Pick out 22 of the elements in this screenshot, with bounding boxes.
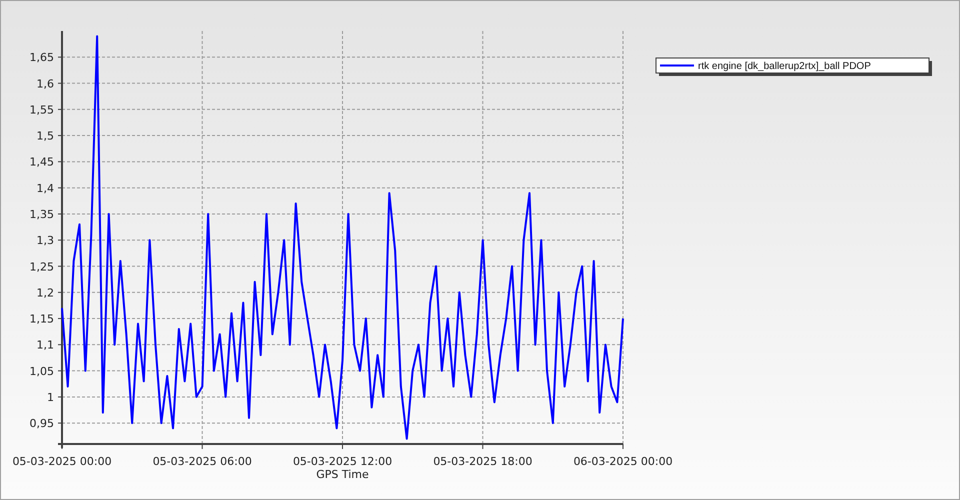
y-tick-label: 0,95 xyxy=(30,417,54,430)
x-tick-label: 05-03-2025 12:00 xyxy=(292,455,392,468)
y-tick-label: 1,35 xyxy=(30,208,54,221)
y-tick-label: 1,5 xyxy=(36,130,54,143)
x-tick-label: 05-03-2025 06:00 xyxy=(152,455,252,468)
y-tick-label: 1,45 xyxy=(30,156,54,169)
y-tick-label: 1,4 xyxy=(36,182,54,195)
legend-label: rtk engine [dk_ballerup2rtx]_ball PDOP xyxy=(698,61,871,72)
y-tick-label: 1,05 xyxy=(30,364,54,378)
y-tick-label: 1 xyxy=(47,390,54,404)
y-tick-label: 1,1 xyxy=(36,338,54,352)
x-tick-label: 06-03-2025 00:00 xyxy=(573,455,673,468)
y-tick-label: 1,15 xyxy=(30,312,54,326)
y-tick-label: 1,55 xyxy=(30,103,54,116)
y-tick-label: 1,6 xyxy=(36,77,54,90)
x-tick-label: 05-03-2025 18:00 xyxy=(433,455,532,468)
y-tick-label: 1,3 xyxy=(36,234,54,248)
y-tick-label: 1,2 xyxy=(36,286,54,300)
y-tick-label: 1,65 xyxy=(30,51,54,64)
y-tick-label: 1,25 xyxy=(30,260,54,274)
x-tick-label: 05-03-2025 00:00 xyxy=(12,455,112,468)
axis-title: GPS Time xyxy=(316,468,369,481)
